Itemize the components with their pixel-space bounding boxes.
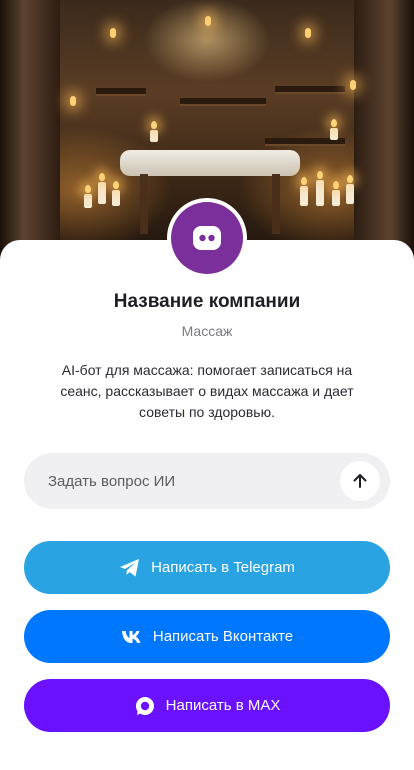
candle — [150, 121, 158, 142]
table-leg — [140, 174, 148, 234]
avatar-circle — [171, 202, 243, 274]
max-icon — [135, 696, 154, 715]
telegram-icon — [120, 558, 140, 576]
hanging-lamp — [350, 80, 356, 90]
massage-table — [120, 150, 300, 176]
company-name: Название компании — [113, 291, 301, 312]
telegram-button[interactable]: Написать в Telegram — [24, 541, 390, 594]
candle — [300, 177, 308, 206]
send-button[interactable] — [340, 461, 380, 501]
curtain-left — [0, 0, 60, 262]
ask-ai-input[interactable] — [48, 453, 348, 509]
ask-ai-box — [24, 453, 390, 509]
candle — [332, 181, 340, 206]
vk-button-label: Написать Вконтакте — [152, 628, 294, 645]
ceiling-lamp — [205, 16, 211, 26]
vk-icon — [121, 630, 141, 643]
arrow-up-icon — [353, 474, 367, 488]
shelf — [96, 88, 146, 96]
company-description: AI-бот для массажа: помогает записаться … — [60, 362, 354, 420]
shelf — [180, 98, 266, 106]
company-category: Массаж — [181, 323, 233, 339]
chat-bubble-icon — [193, 226, 221, 250]
max-button[interactable]: Написать в MAX — [24, 679, 390, 732]
candle — [112, 181, 120, 206]
candle — [330, 119, 338, 140]
curtain-right — [354, 0, 414, 262]
shelf — [275, 86, 345, 94]
vk-button[interactable]: Написать Вконтакте — [24, 610, 390, 663]
candle — [84, 185, 92, 208]
ceiling-lamp — [110, 28, 116, 38]
candle — [316, 171, 324, 206]
max-button-label: Написать в MAX — [165, 697, 281, 714]
hanging-lamp — [70, 96, 76, 106]
avatar — [167, 198, 247, 278]
table-leg — [272, 174, 280, 234]
telegram-button-label: Написать в Telegram — [151, 559, 295, 576]
candle — [98, 173, 106, 204]
candle — [346, 175, 354, 204]
ceiling-lamp — [305, 28, 311, 38]
